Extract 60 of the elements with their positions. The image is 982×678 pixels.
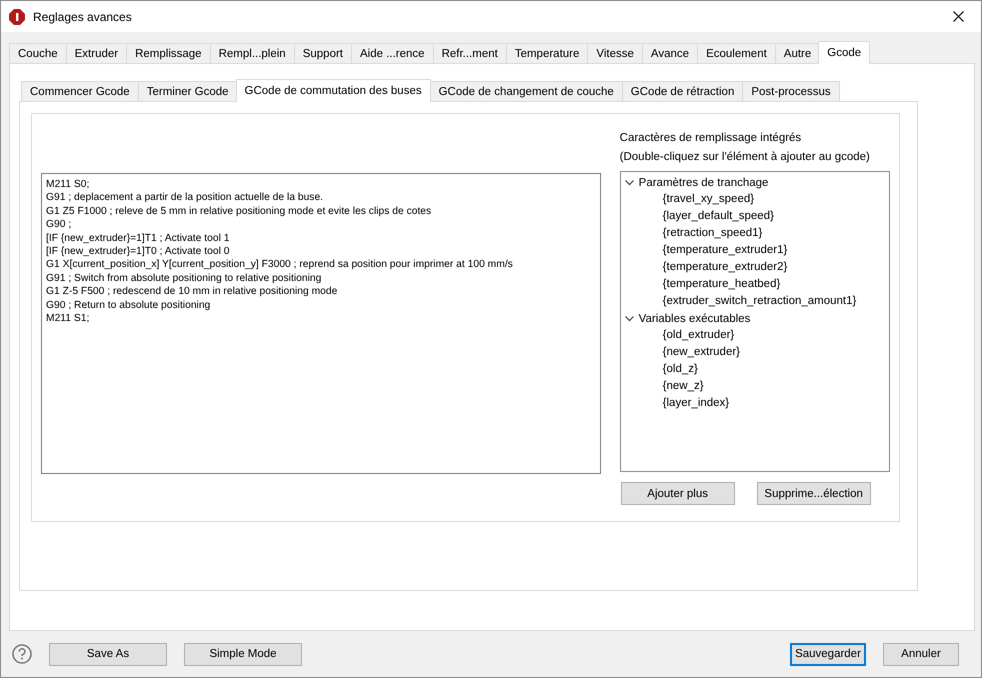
tab[interactable]: GCode de commutation des buses <box>236 79 431 102</box>
footer-button[interactable]: Simple Mode <box>184 642 302 666</box>
tree-item[interactable]: {retraction_speed1} <box>662 225 762 242</box>
code-line: G91 ; Switch from absolute positioning to relative positioning <box>46 272 322 284</box>
tab[interactable]: GCode de rétraction <box>622 81 742 101</box>
code-line: M211 S1; <box>46 313 90 324</box>
tree-item[interactable]: {new_z} <box>662 378 704 395</box>
tab[interactable]: Couche <box>9 43 66 63</box>
tab[interactable]: Vitesse <box>587 43 642 63</box>
tab[interactable]: Rempl...plein <box>210 43 294 63</box>
code-line: G1 Z-5 F500 ; redescend de 10 mm in relative positioning mode <box>46 286 338 298</box>
close-icon <box>952 11 964 22</box>
code-line: G90 ; Return to absolute positioning <box>46 300 210 311</box>
chevron-down-icon[interactable] <box>624 180 634 186</box>
tab[interactable]: Commencer Gcode <box>21 81 138 101</box>
tab[interactable]: Support <box>294 43 351 63</box>
footer-button[interactable]: Annuler <box>883 642 959 666</box>
tab[interactable]: GCode de changement de couche <box>430 81 622 101</box>
chevron-down-icon[interactable] <box>624 316 634 322</box>
tree-item[interactable]: {old_extruder} <box>662 327 734 344</box>
code-line: [IF {new_extruder}=1]T0 ; Activate tool 0 <box>46 246 230 258</box>
tree-item[interactable]: {temperature_heatbed} <box>662 276 780 293</box>
panel-title: Caractères de remplissage intégrés <box>620 130 802 146</box>
tree-item[interactable]: {layer_default_speed} <box>662 208 774 225</box>
tab[interactable]: Refr...ment <box>432 43 506 63</box>
code-line: G90 ; <box>46 219 72 230</box>
tab[interactable]: Extruder <box>66 43 126 63</box>
tab[interactable]: Autre <box>774 43 820 63</box>
tree-item[interactable]: {temperature_extruder1} <box>662 242 788 259</box>
tree-item[interactable]: {old_z} <box>662 361 698 378</box>
tab[interactable]: Aide ...rence <box>351 43 433 63</box>
tree-item[interactable]: {temperature_extruder2} <box>662 259 788 276</box>
tab[interactable]: Remplissage <box>126 43 210 63</box>
tree-item[interactable]: {travel_xy_speed} <box>662 191 754 208</box>
tab[interactable]: Temperature <box>506 43 588 63</box>
action-button[interactable]: Ajouter plus <box>620 482 735 505</box>
tree-item[interactable]: {extruder_switch_retraction_amount1} <box>662 293 856 310</box>
tab[interactable]: Terminer Gcode <box>138 81 237 101</box>
tab[interactable]: Ecoulement <box>697 43 775 63</box>
code-line: M211 S0; <box>46 179 90 190</box>
tree-group[interactable]: Paramètres de tranchage <box>638 176 768 188</box>
app-icon <box>9 8 25 24</box>
tab[interactable]: Post-processus <box>742 81 840 101</box>
code-line: G91 ; deplacement a partir de la position actuelle de la buse. <box>46 192 324 204</box>
tab[interactable]: Gcode <box>818 41 870 64</box>
tab[interactable]: Avance <box>642 43 698 63</box>
footer-button[interactable]: Sauvegarder <box>790 642 866 666</box>
tree-item[interactable]: {layer_index} <box>662 395 730 412</box>
help-icon[interactable] <box>12 644 32 664</box>
code-line: G1 X[current_position_x] Y[current_position_y] F3000 ; reprend sa position pour imprimer at 100 mm/s <box>46 259 513 270</box>
window-title: Reglages avances <box>33 10 132 24</box>
placeholder-tree[interactable] <box>620 171 890 472</box>
tree-group[interactable]: Variables exécutables <box>638 312 750 324</box>
code-line: [IF {new_extruder}=1]T1 ; Activate tool 1 <box>46 232 230 244</box>
action-button[interactable]: Supprime...élection <box>756 482 871 505</box>
hint-text: (Double-cliquez sur l'élément à ajouter au gcode) <box>620 150 871 164</box>
footer-button[interactable]: Save As <box>49 642 167 666</box>
gcode-editor[interactable] <box>41 173 601 474</box>
code-line: G1 Z5 F1000 ; releve de 5 mm in relative positioning mode et evite les clips de cotes <box>46 206 432 217</box>
tree-item[interactable]: {new_extruder} <box>662 344 740 361</box>
